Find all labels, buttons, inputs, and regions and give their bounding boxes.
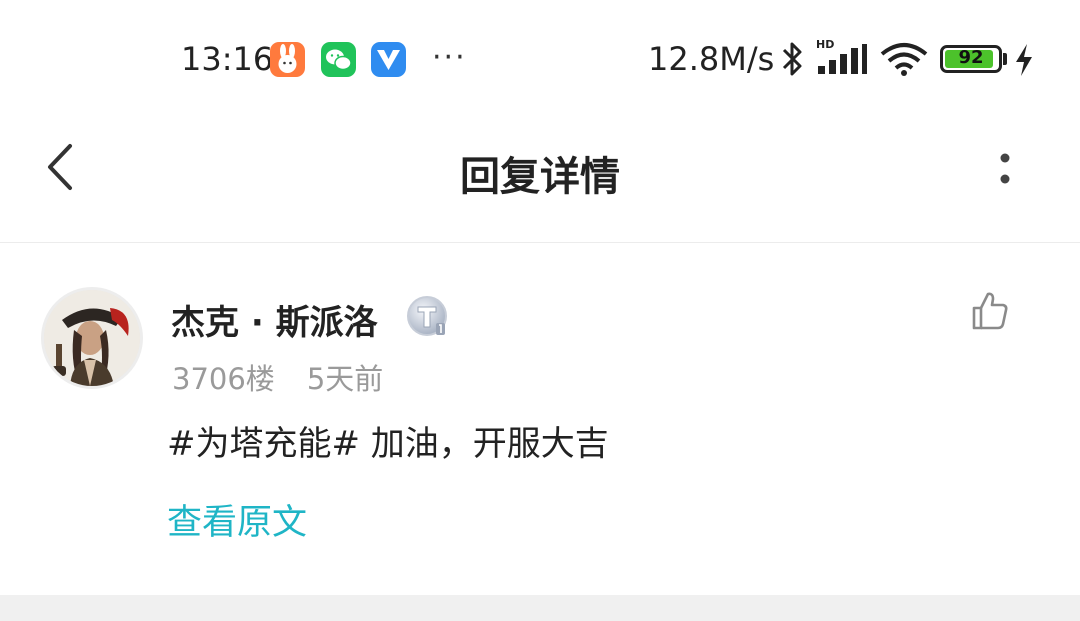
battery-tip — [1003, 53, 1007, 65]
battery-percent: 92 — [958, 47, 984, 68]
wifi-icon — [880, 42, 928, 80]
more-vertical-icon — [1000, 153, 1010, 184]
net-speed: 12.8M/s — [648, 40, 775, 78]
more-options-button[interactable] — [995, 150, 1015, 190]
bluetooth-icon — [780, 40, 806, 82]
rabbit-app-icon — [270, 42, 305, 77]
level-badge-icon — [406, 295, 450, 339]
view-original-link[interactable]: 查看原文 — [167, 494, 307, 545]
notification-overflow: ··· — [432, 40, 467, 75]
game-app-icon — [371, 42, 406, 77]
post-time: 5天前 — [306, 362, 384, 396]
wechat-icon — [321, 42, 356, 77]
charging-bolt-icon — [1013, 42, 1035, 82]
like-button[interactable] — [970, 290, 1010, 332]
avatar[interactable] — [41, 287, 143, 389]
reply-meta: 3706楼 5天前 — [172, 356, 383, 398]
floor-number: 3706楼 — [172, 362, 275, 396]
status-bar: 13:16 ··· 12.8M/s HD 92 — [0, 0, 1080, 120]
signal-icon — [818, 44, 868, 80]
nav-bar: 回复详情 — [0, 120, 1080, 243]
pirate-avatar-image — [44, 290, 140, 386]
page-title: 回复详情 — [460, 154, 620, 200]
section-divider — [0, 595, 1080, 621]
status-time: 13:16 — [181, 40, 274, 78]
reply-content: #为塔充能# 加油，开服大吉 — [167, 424, 609, 464]
username[interactable]: 杰克 · 斯派洛 — [171, 295, 378, 344]
thumbs-up-icon — [972, 292, 1008, 330]
